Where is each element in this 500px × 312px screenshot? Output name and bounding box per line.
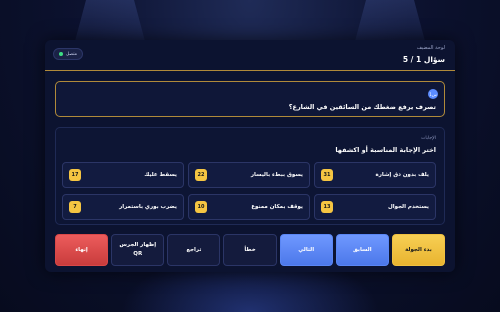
answer-card[interactable]: يسوق ببطء باليسار 22	[188, 162, 310, 188]
answer-card[interactable]: يسقط عليك 17	[62, 162, 184, 188]
answer-score: 7	[69, 201, 81, 213]
answers-grid: يلف بدون دق إشارة 31 يسوق ببطء باليسار 2…	[62, 162, 436, 220]
answer-text: يسقط عليك	[144, 172, 177, 178]
answer-text: يسوق ببطء باليسار	[250, 172, 303, 178]
answers-label: الإجابات	[421, 136, 436, 141]
previous-button[interactable]: السابق	[335, 234, 389, 266]
wrong-button[interactable]: خطأ	[223, 234, 277, 266]
question-card: س1 تصرف يرفع ضغطك من السائقين في الشارع؟	[55, 81, 445, 117]
undo-button[interactable]: تراجع	[167, 234, 221, 266]
finish-button[interactable]: إنهاء	[55, 234, 109, 266]
answers-card: الإجابات اختر الإجابة المناسبة أو اكشفها…	[55, 127, 445, 225]
answer-text: يستخدم الجوال	[387, 204, 429, 210]
answer-card[interactable]: يوقف بمكان ممنوع 10	[188, 194, 310, 220]
status-dot-icon	[59, 52, 63, 56]
board-label: لوحة المضيف	[416, 45, 445, 51]
answer-score: 31	[321, 169, 333, 181]
connection-status-badge: متصل	[53, 48, 84, 60]
answer-card[interactable]: يستخدم الجوال 13	[314, 194, 436, 220]
start-round-button[interactable]: بدء الجولة	[391, 234, 445, 266]
answer-card[interactable]: يضرب بوري باستمرار 7	[62, 194, 184, 220]
control-bar: بدء الجولة السابق التالي خطأ تراجع إظهار…	[55, 234, 445, 266]
status-label: متصل	[66, 51, 78, 57]
host-panel: لوحة المضيف سؤال 1 / 5 متصل س1 تصرف يرفع…	[45, 40, 455, 272]
answers-heading: اختر الإجابة المناسبة أو اكشفها	[335, 146, 436, 154]
question-badge: س1	[428, 89, 438, 99]
answer-score: 22	[195, 169, 207, 181]
show-buzzer-qr-button[interactable]: إظهار الجرس QR	[111, 234, 165, 266]
next-button[interactable]: التالي	[279, 234, 333, 266]
answer-score: 17	[69, 169, 81, 181]
question-text: تصرف يرفع ضغطك من السائقين في الشارع؟	[288, 103, 436, 111]
answer-text: يوقف بمكان ممنوع	[251, 204, 303, 210]
answer-text: يلف بدون دق إشارة	[375, 172, 429, 178]
answer-score: 10	[195, 201, 207, 213]
answer-card[interactable]: يلف بدون دق إشارة 31	[314, 162, 436, 188]
question-counter: سؤال 1 / 5	[402, 55, 445, 64]
answer-text: يضرب بوري باستمرار	[119, 204, 177, 210]
panel-header: لوحة المضيف سؤال 1 / 5 متصل	[45, 40, 455, 71]
answer-score: 13	[321, 201, 333, 213]
